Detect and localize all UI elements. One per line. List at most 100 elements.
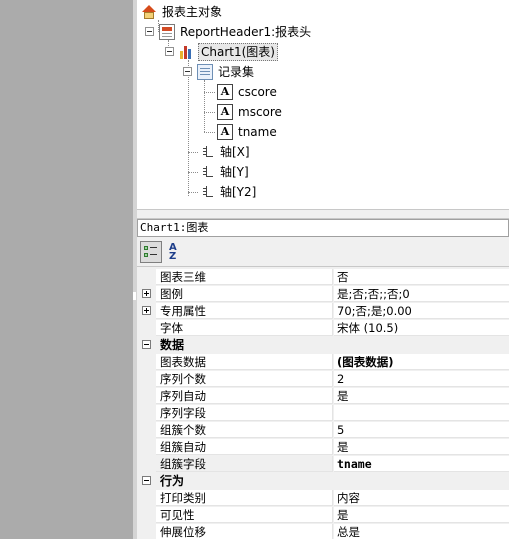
axis-icon bbox=[199, 144, 215, 160]
property-name: 图表数据 bbox=[156, 354, 333, 370]
categorized-view-button[interactable] bbox=[140, 241, 162, 263]
tree-node-label: 轴[X] bbox=[220, 145, 250, 159]
expand-icon[interactable] bbox=[142, 306, 151, 315]
categorized-icon bbox=[143, 244, 159, 260]
expand-icon[interactable] bbox=[142, 289, 151, 298]
sort-alpha-icon: A Z bbox=[169, 243, 185, 262]
tree-node-label: Chart1(图表) bbox=[198, 43, 278, 61]
home-icon bbox=[141, 4, 157, 20]
property-grid: 图表三维 否 图例 是;否;否;;否;0 专用属性 70;否;是;0.00 字体… bbox=[137, 267, 509, 539]
tree-connector bbox=[188, 60, 189, 196]
tree-connector bbox=[188, 192, 198, 193]
category-row-behavior[interactable]: 行为 bbox=[137, 473, 509, 490]
property-toolbar: A Z bbox=[137, 237, 509, 267]
category-label: 数据 bbox=[160, 338, 185, 352]
property-name: 伸展位移 bbox=[156, 524, 333, 539]
property-value[interactable]: 是 bbox=[334, 388, 509, 404]
property-value[interactable]: (图表数据) bbox=[334, 354, 509, 370]
property-row[interactable]: 序列个数 2 bbox=[137, 371, 509, 388]
property-row[interactable]: 图表数据 (图表数据) bbox=[137, 354, 509, 371]
property-value[interactable]: 是 bbox=[334, 507, 509, 523]
tree-connector bbox=[188, 152, 198, 153]
property-value[interactable]: 5 bbox=[334, 422, 509, 438]
category-label: 行为 bbox=[160, 474, 185, 488]
property-row[interactable]: 伸展位移 总是 bbox=[137, 524, 509, 539]
collapse-toggle[interactable] bbox=[145, 27, 154, 36]
collapse-toggle[interactable] bbox=[183, 67, 192, 76]
collapse-icon[interactable] bbox=[142, 340, 151, 349]
property-value[interactable]: 2 bbox=[334, 371, 509, 387]
property-value[interactable]: 是;否;否;;否;0 bbox=[334, 286, 509, 302]
tree-node-label: 轴[Y2] bbox=[220, 185, 257, 199]
horizontal-splitter[interactable] bbox=[137, 209, 509, 219]
collapse-toggle[interactable] bbox=[165, 47, 174, 56]
left-pane bbox=[0, 0, 133, 539]
property-name: 字体 bbox=[156, 320, 333, 336]
property-name: 图例 bbox=[156, 286, 333, 302]
text-field-icon: A bbox=[217, 124, 233, 140]
property-value[interactable] bbox=[334, 405, 509, 421]
property-name: 组簇字段 bbox=[156, 456, 333, 472]
tree-node-label: ReportHeader1:报表头 bbox=[180, 25, 312, 39]
tree-node-field[interactable]: A mscore bbox=[217, 102, 284, 122]
tree-node-report-header[interactable]: ReportHeader1:报表头 bbox=[159, 22, 313, 42]
property-row[interactable]: 专用属性 70;否;是;0.00 bbox=[137, 303, 509, 320]
tree-connector bbox=[204, 80, 205, 132]
tree-node-chart[interactable]: Chart1(图表) bbox=[179, 42, 278, 62]
axis-icon bbox=[199, 164, 215, 180]
property-value[interactable]: 总是 bbox=[334, 524, 509, 539]
property-row[interactable]: 图表三维 否 bbox=[137, 269, 509, 286]
text-field-icon: A bbox=[217, 84, 233, 100]
property-row[interactable]: 组簇自动 是 bbox=[137, 439, 509, 456]
tree-node-axis[interactable]: 轴[Y2] bbox=[199, 182, 258, 202]
property-value[interactable]: 内容 bbox=[334, 490, 509, 506]
tree-node-field[interactable]: A cscore bbox=[217, 82, 279, 102]
tree-node-label: cscore bbox=[238, 85, 277, 99]
property-row[interactable]: 可见性 是 bbox=[137, 507, 509, 524]
property-row[interactable]: 序列自动 是 bbox=[137, 388, 509, 405]
property-name: 序列字段 bbox=[156, 405, 333, 421]
property-name: 组簇自动 bbox=[156, 439, 333, 455]
alphabetical-view-button[interactable]: A Z bbox=[165, 241, 187, 263]
tree-node-label: mscore bbox=[238, 105, 282, 119]
property-row[interactable]: 打印类别 内容 bbox=[137, 490, 509, 507]
tree-connector bbox=[204, 132, 215, 133]
property-row[interactable]: 字体 宋体 (10.5) bbox=[137, 320, 509, 337]
tree-node-recordset[interactable]: 记录集 bbox=[197, 62, 256, 82]
property-row[interactable]: 组簇个数 5 bbox=[137, 422, 509, 439]
axis-icon bbox=[199, 184, 215, 200]
property-row[interactable]: 序列字段 bbox=[137, 405, 509, 422]
property-name: 图表三维 bbox=[156, 269, 333, 285]
property-value[interactable]: 70;否;是;0.00 bbox=[334, 303, 509, 319]
tree-connector bbox=[204, 92, 215, 93]
tree-connector bbox=[204, 112, 215, 113]
property-row-selected[interactable]: 组簇字段 tname bbox=[137, 456, 509, 473]
tree-node-axis[interactable]: 轴[X] bbox=[199, 142, 252, 162]
object-selector[interactable]: Chart1:图表 bbox=[137, 219, 509, 237]
object-tree[interactable]: 报表主对象 ReportHeader1:报表头 Chart1(图表) 记录集 A… bbox=[137, 0, 509, 209]
category-row-data[interactable]: 数据 bbox=[137, 337, 509, 354]
sort-glyph-z: Z bbox=[169, 251, 177, 262]
property-name: 序列自动 bbox=[156, 388, 333, 404]
property-value[interactable]: 是 bbox=[334, 439, 509, 455]
property-name: 打印类别 bbox=[156, 490, 333, 506]
tree-node-field[interactable]: A tname bbox=[217, 122, 279, 142]
property-value[interactable]: 宋体 (10.5) bbox=[334, 320, 509, 336]
tree-node-label: 轴[Y] bbox=[220, 165, 249, 179]
property-value[interactable]: tname bbox=[334, 456, 509, 472]
property-name: 序列个数 bbox=[156, 371, 333, 387]
recordset-icon bbox=[197, 64, 213, 80]
tree-node-axis[interactable]: 轴[Y] bbox=[199, 162, 251, 182]
tree-node-label: tname bbox=[238, 125, 277, 139]
tree-connector bbox=[188, 172, 198, 173]
property-name: 专用属性 bbox=[156, 303, 333, 319]
property-row[interactable]: 图例 是;否;否;;否;0 bbox=[137, 286, 509, 303]
tree-node-label: 记录集 bbox=[218, 65, 255, 79]
tree-node-root[interactable]: 报表主对象 bbox=[141, 2, 224, 22]
splitter-marker bbox=[133, 292, 136, 300]
tree-node-label: 报表主对象 bbox=[162, 5, 223, 19]
collapse-icon[interactable] bbox=[142, 476, 151, 485]
property-value[interactable]: 否 bbox=[334, 269, 509, 285]
property-name: 组簇个数 bbox=[156, 422, 333, 438]
text-field-icon: A bbox=[217, 104, 233, 120]
